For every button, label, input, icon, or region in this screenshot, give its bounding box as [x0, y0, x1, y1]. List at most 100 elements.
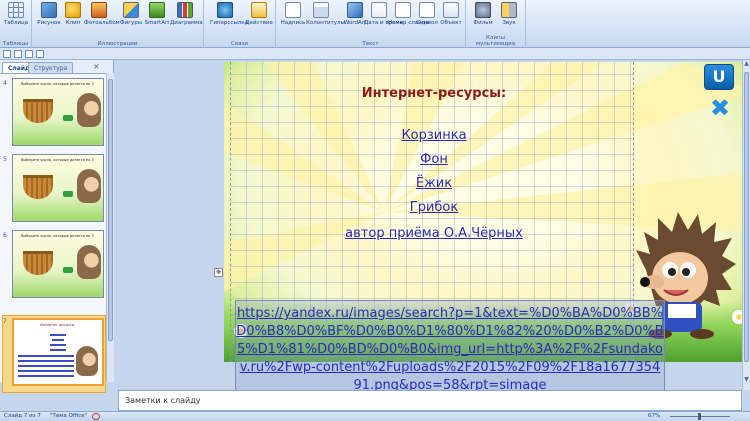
undo-icon[interactable]	[14, 50, 22, 58]
group-label-media: Клипы мультимедиа	[475, 35, 516, 47]
sound-button[interactable]: Звук	[494, 2, 524, 36]
status-theme: "Тема Office"	[50, 413, 88, 419]
header-footer-button[interactable]: Колонтитулы	[306, 2, 345, 36]
thumbnail-number: 4	[3, 80, 7, 87]
sound-icon	[501, 2, 517, 18]
clipart-icon	[65, 2, 81, 18]
textbox-icon	[285, 2, 301, 18]
action-button[interactable]: Действие	[244, 2, 274, 36]
group-label-links: Связи	[231, 41, 248, 47]
group-label-tables: Таблицы	[2, 41, 29, 47]
ribbon-group-illustrations: Рисунок Клип Фотоальбом Фигуры SmartArt …	[32, 0, 204, 48]
scroll-down-icon[interactable]: ▼	[743, 376, 750, 383]
author-credit: автор приёма О.А.Чёрных	[345, 226, 523, 241]
slide-thumbnail[interactable]: Выберите числа, которые делятся на 3	[12, 78, 104, 146]
slide-thumbnail[interactable]: Выберите числа, которые делятся на 3	[12, 230, 104, 298]
thumbnail-title: Выберите числа, которые делятся на 3	[21, 82, 94, 86]
link-mushroom[interactable]: Грибок	[284, 200, 584, 215]
link-background[interactable]: Фон	[284, 152, 584, 167]
wordart-icon	[347, 2, 363, 18]
thumbnail-number: 7	[3, 318, 7, 325]
tab-structure[interactable]: Структура	[28, 62, 74, 73]
thumbnail-title: Интернет-ресурсы	[40, 323, 75, 327]
scroll-up-icon[interactable]: ▲	[743, 60, 750, 67]
slide-scrollbar[interactable]: ▲ ▼	[742, 60, 750, 390]
thumbnail-button-shape	[63, 115, 73, 121]
slide-workspace: Интернет-ресурсы: Корзинка Фон Ёжик Гриб…	[114, 60, 750, 421]
object-button[interactable]: Объект	[436, 2, 466, 36]
slides-panel: Слайды Структура × 4 Выберите числа, кот…	[0, 60, 114, 393]
chart-icon	[177, 2, 193, 18]
thumbnail-number: 5	[3, 156, 7, 163]
return-button[interactable]: U	[704, 64, 734, 90]
close-icon[interactable]: ×	[93, 63, 101, 71]
thumbnails-scrollbar[interactable]	[106, 73, 114, 382]
thumbnail-text-line	[18, 370, 74, 372]
slide-title: Интернет-ресурсы:	[361, 86, 507, 101]
redo-icon[interactable]	[25, 50, 33, 58]
thumbnail-text-line	[50, 334, 66, 336]
basket-image	[23, 175, 53, 199]
thumbnail-text-line	[50, 349, 66, 351]
film-icon	[475, 2, 491, 18]
notes-pane[interactable]: Заметки к слайду	[118, 390, 742, 411]
thumbnail-number: 6	[3, 232, 7, 239]
status-bar: Слайд 7 из 7 "Тема Office" 67%	[0, 411, 750, 421]
move-handle-icon[interactable]: ✥	[214, 268, 223, 277]
slide-thumbnail[interactable]: Выберите числа, которые делятся на 3	[12, 154, 104, 222]
thumbnail-text-line	[18, 375, 74, 377]
ribbon-group-links: Гиперссылка Действие Связи	[204, 0, 276, 48]
slideshow-icon[interactable]	[36, 50, 44, 58]
table-button[interactable]: Таблица	[1, 2, 31, 36]
photo-album-button[interactable]: Фотоальбом	[84, 2, 120, 36]
date-time-icon	[371, 2, 387, 18]
zoom-slider-knob[interactable]	[698, 413, 701, 420]
group-label-text: Текст	[362, 41, 379, 47]
hedgehog-image	[77, 93, 101, 127]
ribbon-group-tables: Таблица Таблицы	[0, 0, 32, 48]
object-icon	[443, 2, 459, 18]
thumbnail-title: Выберите числа, которые делятся на 3	[21, 234, 94, 238]
thumbnail-button-shape	[63, 191, 73, 197]
link-basket[interactable]: Корзинка	[284, 128, 584, 143]
ribbon-group-text: Надпись Колонтитулы WordArt Дата и время…	[276, 0, 466, 48]
scrollbar-thumb[interactable]	[108, 79, 113, 341]
thumbnail-text-line	[18, 365, 74, 367]
hyperlink-button[interactable]: Гиперссылка	[210, 2, 248, 36]
zoom-level[interactable]: 67%	[648, 412, 660, 421]
chart-button[interactable]: Диаграмма	[170, 2, 203, 36]
hedgehog-image	[77, 245, 101, 279]
thumbnail-text-line	[50, 344, 66, 346]
action-icon	[251, 2, 267, 18]
symbol-icon	[419, 2, 435, 18]
save-icon[interactable]	[3, 50, 11, 58]
photo-album-icon	[91, 2, 107, 18]
ribbon: Таблица Таблицы Рисунок Клип Фотоальбом …	[0, 0, 750, 48]
slide-thumbnail-selected[interactable]: Интернет-ресурсы	[12, 318, 104, 386]
source-url-link[interactable]: https://yandex.ru/images/search?p=1&text…	[236, 305, 664, 395]
textbox-button[interactable]: Надпись	[278, 2, 308, 36]
scrollbar-thumb[interactable]	[744, 72, 749, 362]
basket-image	[23, 99, 53, 123]
thumbnail-title: Выберите числа, которые делятся на 3	[21, 158, 94, 162]
hedgehog-image	[77, 169, 101, 203]
basket-image	[23, 251, 53, 275]
thumbnail-text-line	[18, 355, 74, 357]
group-label-illustrations: Иллюстрации	[97, 41, 138, 47]
status-slide-count: Слайд 7 из 7	[4, 413, 41, 419]
notes-placeholder: Заметки к слайду	[125, 396, 201, 405]
thumbnail-text-line	[18, 360, 74, 362]
slide-thumbnails: 4 Выберите числа, которые делятся на 3 5…	[0, 73, 106, 393]
close-icon[interactable]: ✖	[708, 96, 732, 120]
link-hedgehog[interactable]: Ёжик	[284, 176, 584, 191]
thumbnail-text-line	[52, 339, 64, 341]
smartart-button[interactable]: SmartArt	[142, 2, 172, 36]
ribbon-group-media: Фильм Звук Клипы мультимедиа	[466, 0, 526, 48]
quick-access-toolbar	[0, 48, 750, 60]
smartart-icon	[149, 2, 165, 18]
slide-number-icon	[395, 2, 411, 18]
shapes-icon	[123, 2, 139, 18]
hedgehog-image	[76, 346, 98, 376]
spellcheck-icon[interactable]	[92, 413, 100, 420]
thumbnail-button-shape	[63, 267, 73, 273]
